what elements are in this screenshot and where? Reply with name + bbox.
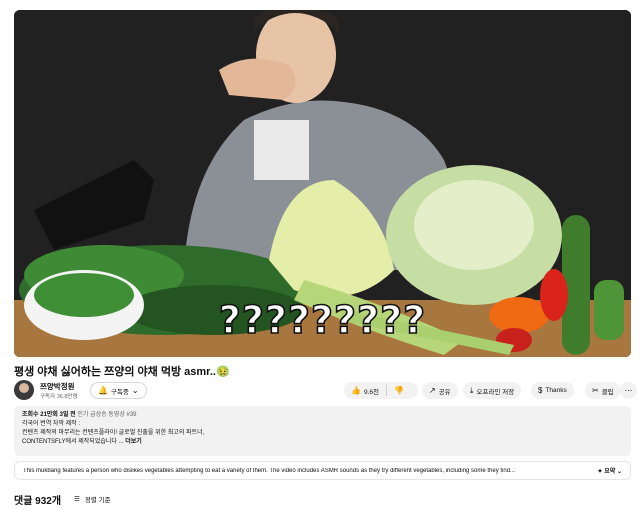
like-count[interactable]: 9.6천 — [364, 386, 379, 396]
sort-label: 정렬 기준 — [84, 497, 111, 504]
download-button[interactable]: ⤓ 오프라인 저장 — [463, 382, 522, 399]
sort-icon: ☰ — [74, 496, 80, 503]
divider — [386, 385, 387, 396]
clip-button[interactable]: ✂ 클립 — [585, 382, 621, 399]
share-button[interactable]: ↗ 공유 — [422, 382, 458, 399]
more-actions-icon[interactable]: ⋯ — [620, 382, 637, 399]
description-line: 각국어 번역 자막 제작 : — [22, 421, 81, 427]
subscribe-button[interactable]: 🔔 구독중 ⌄ — [90, 382, 147, 399]
description-line: CONTENTSFLY에서 제작되었습니다 ... 더보기 — [22, 438, 623, 447]
description-meta: 조회수 21만회 3일 전 인기 급상승 동영상 #39 — [22, 411, 623, 420]
upload-date: 3일 전 — [59, 412, 76, 418]
avatar[interactable] — [14, 380, 34, 400]
video-player[interactable]: ????????? — [14, 10, 631, 357]
summary-label: 요약 — [604, 469, 616, 475]
bell-icon: 🔔 — [98, 385, 108, 395]
chevron-down-icon: ⌄ — [131, 385, 139, 395]
sparkle-icon: ✦ — [597, 469, 603, 475]
description-ellipsis: ... — [118, 439, 124, 445]
share-icon: ↗ — [429, 385, 436, 395]
video-title: 평생 야채 싫어하는 쯔양의 야채 먹방 asmr..🤢 — [14, 366, 230, 378]
channel-row: 쯔양박정원 구독자 36.8만명 🔔 구독중 ⌄ 👍 9.6천 👎 ↗ 공유 ⤓… — [14, 380, 637, 402]
video-caption-overlay: ????????? — [218, 297, 427, 343]
chevron-down-icon: ⌄ — [616, 469, 622, 475]
scissors-icon: ✂ — [592, 385, 599, 395]
summary-text: This mukbang features a person who disli… — [23, 467, 516, 474]
channel-name[interactable]: 쯔양박정원 — [40, 381, 75, 392]
share-label: 공유 — [438, 388, 451, 396]
summary-button[interactable]: ✦ 요약 ⌄ — [598, 466, 622, 475]
trending-tag[interactable]: 인기 급상승 동영상 #39 — [77, 412, 136, 418]
show-more-link[interactable]: 더보기 — [125, 439, 142, 445]
description-text: CONTENTSFLY에서 제작되었습니다 — [22, 439, 117, 445]
like-dislike-group: 👍 9.6천 👎 — [344, 382, 418, 399]
subscriber-count: 구독자 36.8만명 — [40, 394, 78, 400]
subscribe-label: 구독중 — [110, 388, 129, 396]
sort-button[interactable]: ☰ 정렬 기준 — [74, 494, 111, 504]
thanks-button[interactable]: $ Thanks — [531, 382, 574, 399]
download-label: 오프라인 저장 — [476, 388, 515, 396]
ai-summary-bar: This mukbang features a person who disli… — [14, 461, 631, 480]
thanks-label: Thanks — [545, 387, 567, 394]
comment-count: 댓글 932개 — [14, 496, 62, 507]
thumbs-up-icon[interactable]: 👍 — [351, 386, 361, 395]
download-icon: ⤓ — [470, 385, 474, 395]
thumbs-down-icon[interactable]: 👎 — [394, 386, 404, 395]
description-box[interactable]: 조회수 21만회 3일 전 인기 급상승 동영상 #39 각국어 번역 자막 제… — [14, 406, 631, 456]
view-count: 조회수 21만회 — [22, 412, 58, 418]
clip-label: 클립 — [601, 388, 614, 396]
thanks-icon: $ — [538, 385, 543, 395]
description-line: 컨텐츠 제작의 마무리는 컨텐츠플라이! 글로벌 진출을 위한 최고의 파트너, — [22, 430, 205, 436]
